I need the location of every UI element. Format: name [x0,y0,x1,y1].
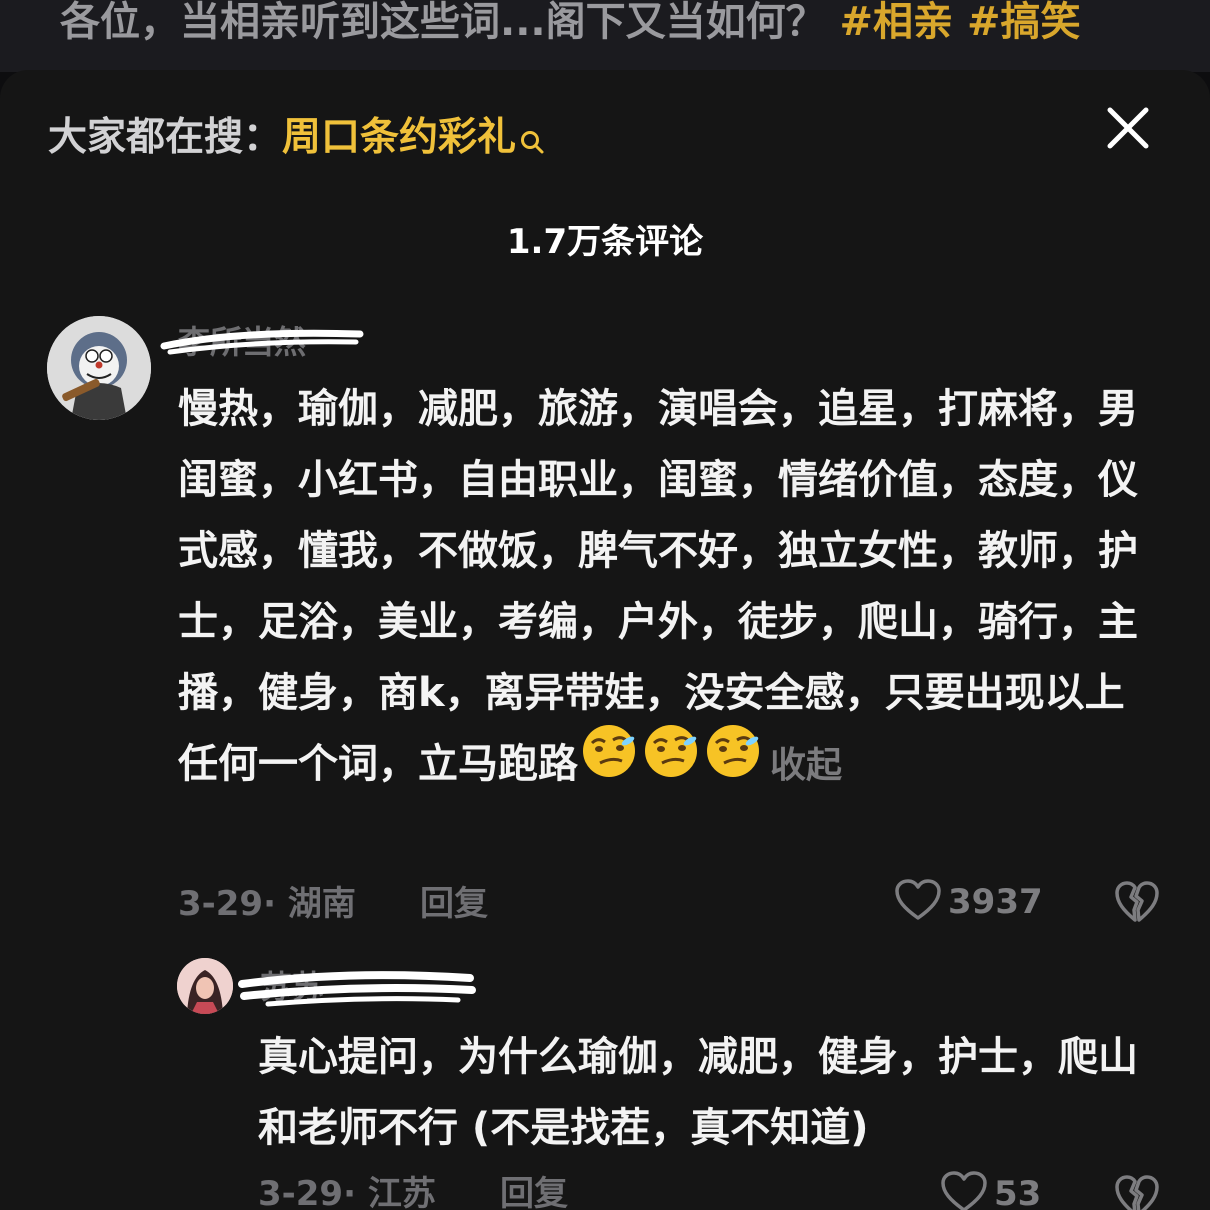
search-icon[interactable] [520,116,546,172]
broken-heart-icon[interactable] [1114,1174,1160,1210]
comment-screen: 各位，当相亲听到这些词...阁下又当如何？ #相亲 #搞笑 大家都在搜：周口条约… [0,0,1210,1210]
reply-body: 真心提问，为什么瑜伽，减肥，健身，护士，爬山和老师不行 (不是找茬，真不知道) [258,1034,1138,1151]
video-caption-bar: 各位，当相亲听到这些词...阁下又当如何？ #相亲 #搞笑 [0,0,1210,72]
reply-date-location: 3-29· 江苏 [258,1174,436,1210]
close-button[interactable] [1100,100,1156,156]
thinking-emoji-icon [702,721,764,802]
heart-icon[interactable] [894,878,942,926]
reply-button[interactable]: 回复 [420,882,488,926]
trending-search-term[interactable]: 周口条约彩礼 [282,115,516,160]
trending-search-label: 大家都在搜： [48,115,283,160]
trending-search[interactable]: 大家都在搜：周口条约彩礼 [48,110,546,172]
collapse-link[interactable]: 收起 [770,745,842,786]
comment-count: 1.7万条评论 [506,222,704,262]
heart-icon[interactable] [940,1170,988,1210]
video-caption-text: 各位，当相亲听到这些词...阁下又当如何？ [60,0,826,45]
video-caption: 各位，当相亲听到这些词...阁下又当如何？ #相亲 #搞笑 [60,0,1081,50]
comment-sheet: 大家都在搜：周口条约彩礼 1.7万条评论 李所当然 慢热，瑜伽，减肥，旅游，演唱… [0,70,1210,1210]
broken-heart-icon[interactable] [1114,880,1160,924]
reply-button[interactable]: 回复 [500,1172,568,1210]
username-scribble [160,329,364,355]
like-count: 3937 [948,882,1043,922]
close-icon[interactable] [1100,100,1156,156]
thinking-emoji-icon [640,721,702,802]
video-hashtags[interactable]: #相亲 #搞笑 [840,0,1081,45]
comment-date-location: 3-29· 湖南 [178,884,356,924]
reply-avatar[interactable] [177,958,233,1014]
username-scribble [238,971,476,1007]
thinking-emoji-icon [578,721,640,802]
avatar[interactable] [47,316,151,420]
comment-body: 慢热，瑜伽，减肥，旅游，演唱会，追星，打麻将，男闺蜜，小红书，自由职业，闺蜜，情… [178,374,1158,802]
like-button[interactable]: 53 [940,1170,1041,1210]
like-button[interactable]: 3937 [894,878,1043,926]
like-count: 53 [994,1174,1042,1210]
